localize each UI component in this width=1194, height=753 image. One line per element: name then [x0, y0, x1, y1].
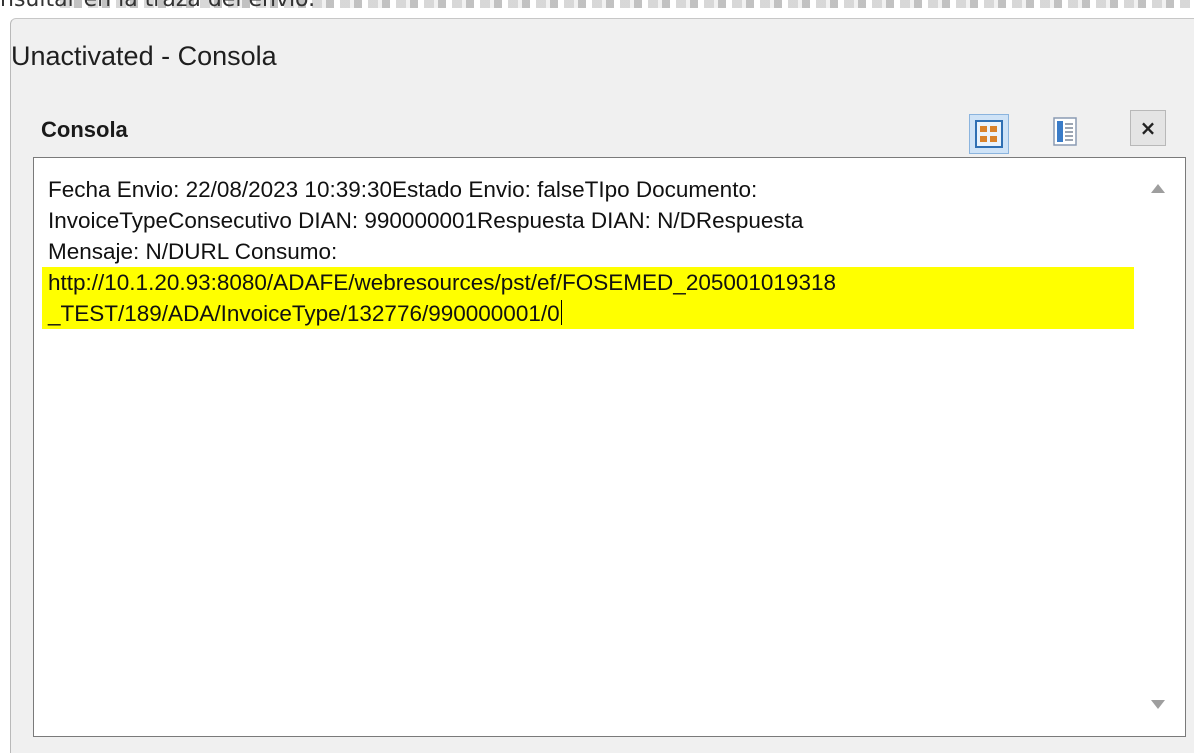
scroll-up-arrow-icon[interactable] — [1151, 184, 1165, 193]
grid-view-icon — [975, 120, 1003, 148]
console-text[interactable]: Fecha Envio: 22/08/2023 10:39:30Estado E… — [42, 174, 1138, 329]
close-button[interactable]: × — [1130, 110, 1166, 146]
list-view-icon — [1053, 117, 1077, 146]
console-line: Fecha Envio: 22/08/2023 10:39:30Estado E… — [48, 177, 758, 202]
window-title: Unactivated - Consola — [11, 41, 277, 71]
background-partial-text: nsultar en la traza del envío. — [0, 0, 315, 12]
list-view-button[interactable] — [1047, 113, 1085, 151]
console-window: Unactivated - Consola Consola × Fecha En… — [10, 18, 1194, 753]
scroll-down-arrow-icon[interactable] — [1151, 700, 1165, 709]
highlighted-url-line: _TEST/189/ADA/InvoiceType/132776/9900000… — [42, 298, 1134, 329]
console-line: InvoiceTypeConsecutivo DIAN: 990000001Re… — [48, 208, 804, 233]
highlighted-url-text: _TEST/189/ADA/InvoiceType/132776/9900000… — [48, 301, 560, 326]
highlighted-url-line: http://10.1.20.93:8080/ADAFE/webresource… — [42, 267, 1134, 298]
close-icon: × — [1139, 116, 1157, 140]
grid-view-button[interactable] — [969, 114, 1009, 154]
console-output-area[interactable]: Fecha Envio: 22/08/2023 10:39:30Estado E… — [33, 157, 1186, 737]
panel-title: Consola — [41, 117, 128, 142]
highlighted-url-text: http://10.1.20.93:8080/ADAFE/webresource… — [48, 270, 836, 295]
console-line: Mensaje: N/DURL Consumo: — [48, 239, 338, 264]
text-cursor — [560, 300, 562, 325]
